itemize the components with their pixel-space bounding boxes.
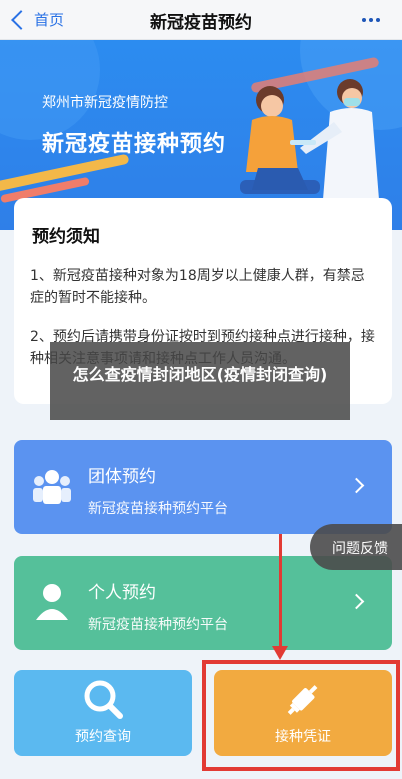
group-booking-card[interactable]: 团体预约 新冠疫苗接种预约平台 [14,440,392,534]
search-icon [84,680,123,719]
chevron-right-icon [348,477,365,494]
banner-city: 郑州市新冠疫情防控 [42,95,168,111]
top-nav: 首页 新冠疫苗预约 [0,0,402,40]
annotation-highlight-box [202,660,400,771]
caption-overlay: 怎么查疫情封闭地区(疫情封闭查询) [50,342,350,420]
group-booking-title: 团体预约 [88,467,156,487]
annotation-arrow-head [272,646,288,660]
notice-card: 预约须知 1、新冠疫苗接种对象为18周岁以上健康人群，有禁忌症的暂时不能接种。 [14,198,392,328]
personal-booking-title: 个人预约 [88,583,156,603]
booking-query-label: 预约查询 [75,729,131,745]
feedback-button[interactable]: 问题反馈 [310,524,402,570]
notice-heading: 预约须知 [32,227,100,247]
page-title: 新冠疫苗预约 [150,13,252,33]
annotation-arrow-line [279,534,282,652]
banner-headline: 新冠疫苗接种预约 [42,132,227,157]
booking-query-tile[interactable]: 预约查询 [14,670,192,756]
personal-booking-desc: 新冠疫苗接种预约平台 [88,617,228,633]
personal-booking-card[interactable]: 个人预约 新冠疫苗接种预约平台 [14,556,392,650]
group-people-icon [33,470,71,504]
person-icon [36,584,68,620]
notice-item-1: 1、新冠疫苗接种对象为18周岁以上健康人群，有禁忌症的暂时不能接种。 [30,268,365,306]
group-booking-desc: 新冠疫苗接种预约平台 [88,501,228,517]
more-dots-icon[interactable] [362,18,380,22]
chevron-right-icon [348,593,365,610]
